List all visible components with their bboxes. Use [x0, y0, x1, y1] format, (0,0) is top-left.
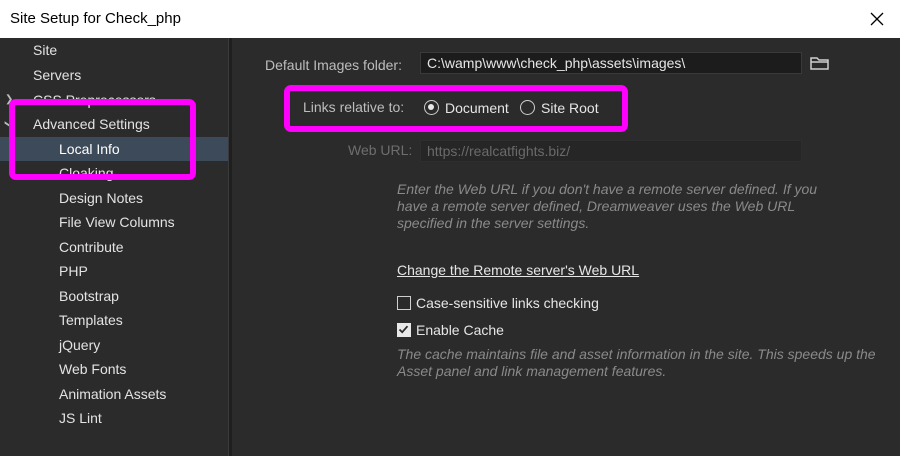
sidebar-item-php[interactable]: PHP: [0, 259, 228, 283]
cache-note: The cache maintains file and asset infor…: [397, 346, 876, 379]
radio-document[interactable]: [424, 100, 439, 115]
radio-site-root[interactable]: [520, 100, 535, 115]
web-url-input: [420, 140, 802, 162]
enable-cache-checkbox[interactable]: [397, 323, 411, 337]
sidebar-item-file-view-columns[interactable]: File View Columns: [0, 210, 228, 234]
images-folder-label: Default Images folder:: [265, 57, 402, 73]
sidebar-item-label: Contribute: [59, 239, 124, 255]
enable-cache-label[interactable]: Enable Cache: [416, 322, 504, 338]
sidebar-item-js-lint[interactable]: JS Lint: [0, 406, 228, 430]
sidebar-item-label: Animation Assets: [59, 386, 167, 402]
title-bar: Site Setup for Check_php: [0, 0, 900, 38]
sidebar-item-cloaking[interactable]: Cloaking: [0, 161, 228, 185]
sidebar-item-label: Advanced Settings: [33, 116, 150, 132]
sidebar-item-jquery[interactable]: jQuery: [0, 333, 228, 357]
expand-arrow-icon[interactable]: ❯: [5, 88, 13, 112]
sidebar-item-label: Templates: [59, 312, 123, 328]
sidebar-item-label: Local Info: [59, 141, 120, 157]
collapse-arrow-icon[interactable]: ❯: [0, 120, 21, 128]
sidebar-item-label: Design Notes: [59, 190, 144, 206]
local-info-panel: Default Images folder: Links relative to…: [232, 38, 900, 456]
sidebar-item-site[interactable]: Site: [0, 38, 228, 62]
sidebar-item-servers[interactable]: Servers: [0, 63, 228, 87]
sidebar-item-label: Web Fonts: [59, 361, 127, 377]
images-folder-input[interactable]: [420, 52, 802, 74]
sidebar-item-label: PHP: [59, 263, 88, 279]
window-title: Site Setup for Check_php: [10, 10, 181, 27]
sidebar-item-label: Bootstrap: [59, 288, 119, 304]
links-relative-label: Links relative to:: [303, 99, 405, 115]
sidebar-item-contribute[interactable]: Contribute: [0, 235, 228, 259]
sidebar-item-templates[interactable]: Templates: [0, 308, 228, 332]
sidebar-item-local-info[interactable]: Local Info: [0, 137, 228, 161]
sidebar-item-label: CSS Preprocessors: [33, 92, 156, 108]
sidebar-item-label: Site: [33, 42, 58, 58]
sidebar-item-web-fonts[interactable]: Web Fonts: [0, 357, 228, 381]
sidebar-item-advanced-settings[interactable]: ❯ Advanced Settings: [0, 112, 228, 136]
checkmark-icon: [398, 325, 409, 334]
sidebar-item-bootstrap[interactable]: Bootstrap: [0, 284, 228, 308]
case-sensitive-label[interactable]: Case-sensitive links checking: [416, 295, 599, 311]
sidebar: Site Servers ❯ CSS Preprocessors ❯ Advan…: [0, 38, 228, 456]
sidebar-item-label: File View Columns: [59, 214, 175, 230]
change-web-url-link[interactable]: Change the Remote server's Web URL: [397, 262, 639, 278]
case-sensitive-checkbox[interactable]: [397, 296, 411, 310]
radio-document-label[interactable]: Document: [445, 100, 509, 116]
sidebar-item-css-preprocessors[interactable]: ❯ CSS Preprocessors: [0, 88, 228, 112]
close-icon: [870, 12, 884, 26]
radio-site-root-label[interactable]: Site Root: [541, 100, 599, 116]
web-url-label: Web URL:: [348, 142, 413, 158]
sidebar-item-label: JS Lint: [59, 410, 102, 426]
sidebar-item-label: jQuery: [59, 337, 101, 353]
folder-icon[interactable]: [810, 55, 830, 71]
sidebar-item-label: Cloaking: [59, 165, 114, 181]
sidebar-item-design-notes[interactable]: Design Notes: [0, 186, 228, 210]
sidebar-item-label: Servers: [33, 67, 82, 83]
web-url-note: Enter the Web URL if you don't have a re…: [397, 181, 818, 231]
close-button[interactable]: [854, 0, 900, 38]
sidebar-item-animation-assets[interactable]: Animation Assets: [0, 382, 228, 406]
